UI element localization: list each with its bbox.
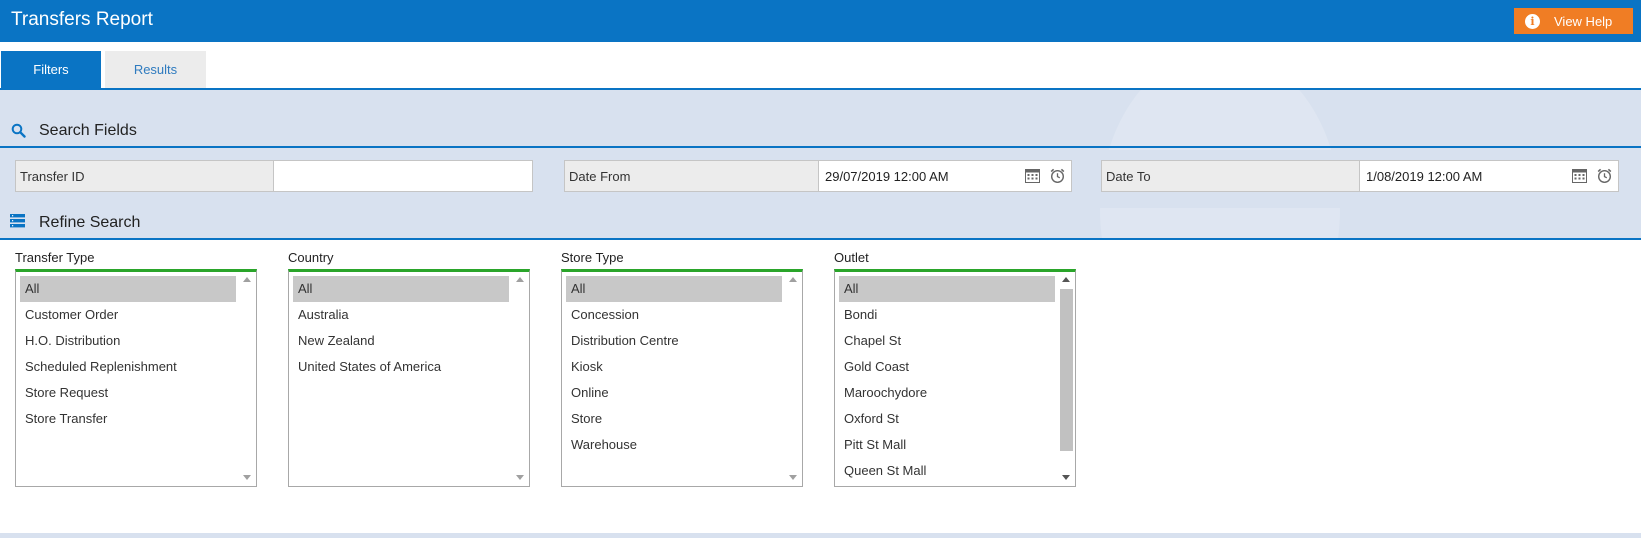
scrollbar-thumb[interactable] <box>1060 289 1073 451</box>
search-fields-title: Search Fields <box>39 122 137 139</box>
store-type-listbox[interactable]: All Concession Distribution Centre Kiosk… <box>561 269 803 487</box>
refine-search-title: Refine Search <box>39 214 141 231</box>
date-from-field: Date From 29/07/2019 12:00 AM <box>564 160 1072 192</box>
list-option[interactable]: Store Request <box>20 380 236 406</box>
transfer-type-label: Transfer Type <box>15 250 95 265</box>
list-option[interactable]: Oxford St <box>839 406 1055 432</box>
list-option[interactable]: Distribution Centre <box>566 328 782 354</box>
outlet-group: Outlet All Bondi Chapel St Gold Coast Ma… <box>834 250 1076 487</box>
list-option[interactable]: Gold Coast <box>839 354 1055 380</box>
calendar-icon[interactable] <box>1572 169 1587 183</box>
list-option[interactable]: H.O. Distribution <box>20 328 236 354</box>
list-option[interactable]: Pitt St Mall <box>839 432 1055 458</box>
date-to-value: 1/08/2019 12:00 AM <box>1366 168 1483 184</box>
list-option[interactable]: Maroochydore <box>839 380 1055 406</box>
listbox-scrollbar[interactable] <box>1058 272 1075 485</box>
alarm-clock-icon[interactable] <box>1596 167 1613 184</box>
outlet-label: Outlet <box>834 250 869 265</box>
date-from-value: 29/07/2019 12:00 AM <box>825 168 949 184</box>
list-option[interactable]: All <box>293 276 509 302</box>
list-option[interactable]: New Zealand <box>293 328 509 354</box>
outlet-listbox[interactable]: All Bondi Chapel St Gold Coast Maroochyd… <box>834 269 1076 487</box>
scroll-up-icon[interactable] <box>243 277 251 282</box>
list-option[interactable]: Scheduled Replenishment <box>20 354 236 380</box>
transfer-type-listbox[interactable]: All Customer Order H.O. Distribution Sch… <box>15 269 257 487</box>
scroll-down-icon[interactable] <box>789 475 797 480</box>
list-option[interactable]: Kiosk <box>566 354 782 380</box>
view-help-label: View Help <box>1554 13 1613 29</box>
listbox-scrollbar[interactable] <box>239 272 256 485</box>
list-option[interactable]: Concession <box>566 302 782 328</box>
listbox-scrollbar[interactable] <box>512 272 529 485</box>
filters-panel: Search Fields Transfer ID Date From 29/0… <box>0 90 1641 538</box>
list-option[interactable]: Store <box>566 406 782 432</box>
list-option[interactable]: Customer Order <box>20 302 236 328</box>
list-option[interactable]: All <box>839 276 1055 302</box>
scroll-down-icon[interactable] <box>516 475 524 480</box>
list-option[interactable]: United States of America <box>293 354 509 380</box>
transfer-id-input[interactable] <box>274 161 532 191</box>
refine-search-area: Transfer Type All Customer Order H.O. Di… <box>0 240 1641 538</box>
title-bar: Transfers Report i View Help <box>0 0 1641 42</box>
tab-filters[interactable]: Filters <box>1 51 101 88</box>
bottom-border <box>0 533 1641 538</box>
list-icon <box>10 214 25 228</box>
scroll-up-icon[interactable] <box>516 277 524 282</box>
scroll-down-icon[interactable] <box>1062 475 1070 480</box>
search-icon <box>11 123 26 138</box>
list-option[interactable]: Chapel St <box>839 328 1055 354</box>
list-option[interactable]: Bondi <box>839 302 1055 328</box>
calendar-icon[interactable] <box>1025 169 1040 183</box>
store-type-group: Store Type All Concession Distribution C… <box>561 250 803 487</box>
country-label: Country <box>288 250 334 265</box>
date-to-field: Date To 1/08/2019 12:00 AM <box>1101 160 1619 192</box>
tab-bar: Filters Results <box>0 42 1641 90</box>
scroll-down-icon[interactable] <box>243 475 251 480</box>
transfer-type-group: Transfer Type All Customer Order H.O. Di… <box>15 250 257 487</box>
transfer-id-field: Transfer ID <box>15 160 533 192</box>
country-group: Country All Australia New Zealand United… <box>288 250 530 487</box>
refine-search-header: Refine Search <box>0 208 1641 240</box>
list-option[interactable]: All <box>566 276 782 302</box>
date-to-label: Date To <box>1102 161 1360 191</box>
list-option[interactable]: Online <box>566 380 782 406</box>
search-fields-header: Search Fields <box>0 116 1641 148</box>
info-icon: i <box>1525 13 1540 29</box>
list-option[interactable]: Warehouse <box>566 432 782 458</box>
view-help-button[interactable]: i View Help <box>1514 8 1633 34</box>
search-fields-row: Transfer ID Date From 29/07/2019 12:00 A… <box>0 150 1641 208</box>
list-option[interactable]: Store Transfer <box>20 406 236 432</box>
scroll-up-icon[interactable] <box>1062 277 1070 282</box>
alarm-clock-icon[interactable] <box>1049 167 1066 184</box>
store-type-label: Store Type <box>561 250 624 265</box>
scroll-up-icon[interactable] <box>789 277 797 282</box>
list-option[interactable]: Queen St Mall <box>839 458 1055 484</box>
list-option[interactable]: All <box>20 276 236 302</box>
transfer-id-label: Transfer ID <box>16 161 274 191</box>
date-from-input[interactable]: 29/07/2019 12:00 AM <box>819 161 1071 191</box>
country-listbox[interactable]: All Australia New Zealand United States … <box>288 269 530 487</box>
date-from-label: Date From <box>565 161 819 191</box>
page-title: Transfers Report <box>11 9 153 30</box>
tab-results[interactable]: Results <box>105 51 206 88</box>
date-to-input[interactable]: 1/08/2019 12:00 AM <box>1360 161 1618 191</box>
listbox-scrollbar[interactable] <box>785 272 802 485</box>
list-option[interactable]: Australia <box>293 302 509 328</box>
